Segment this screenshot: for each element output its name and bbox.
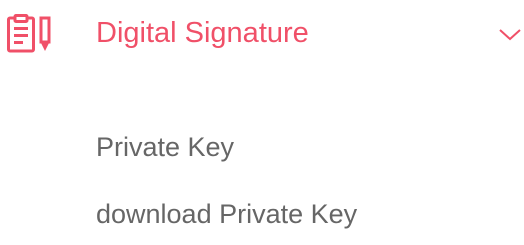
menu-item-private-key[interactable]: Private Key <box>96 129 234 165</box>
chevron-down-icon[interactable] <box>496 24 524 44</box>
digital-signature-menu-toggle[interactable]: Digital Signature <box>0 0 524 70</box>
clipboard-pencil-icon <box>7 14 51 53</box>
sidebar-menu: Digital Signature Private Key download P… <box>0 0 524 245</box>
menu-item-download-private-key[interactable]: download Private Key <box>96 196 357 232</box>
menu-header-label: Digital Signature <box>96 17 309 49</box>
